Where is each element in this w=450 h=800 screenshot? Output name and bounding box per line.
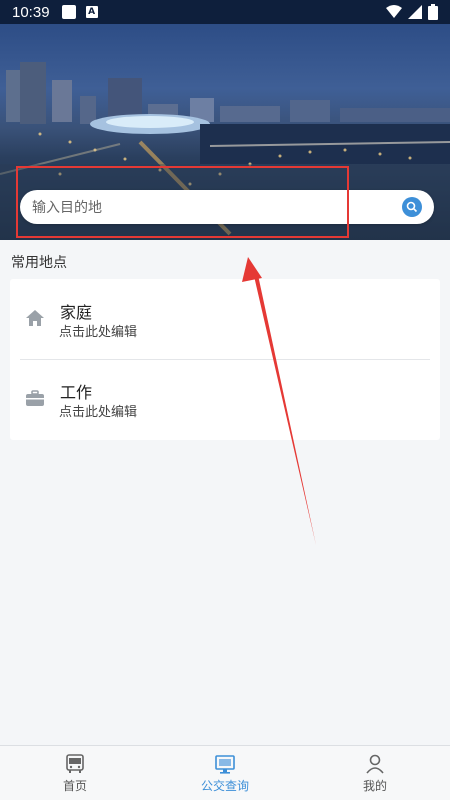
notification-icon (61, 5, 76, 19)
annotation-highlight-box (16, 166, 349, 238)
place-hint: 点击此处编辑 (59, 325, 138, 340)
battery-icon (428, 4, 438, 20)
tab-profile[interactable]: 我的 (300, 746, 450, 800)
place-name: 工作 (60, 383, 93, 402)
user-icon (366, 754, 384, 774)
signal-icon (408, 5, 422, 19)
place-name: 家庭 (60, 303, 93, 322)
search-icon (406, 201, 418, 213)
status-time: 10:39 (12, 3, 50, 21)
bus-icon (66, 753, 84, 773)
tab-label: 首页 (62, 778, 87, 793)
search-button[interactable] (402, 197, 422, 217)
bottom-tab-bar: 首页 公交查询 我的 (0, 745, 450, 800)
wifi-icon (386, 5, 402, 18)
place-item-work[interactable]: 工作 点击此处编辑 (10, 359, 440, 439)
tab-bus-query[interactable]: 公交查询 (150, 746, 300, 800)
bus-screen-icon (215, 754, 235, 774)
section-title: 常用地点 (11, 255, 67, 271)
common-places-card: 家庭 点击此处编辑 工作 点击此处编辑 (10, 279, 440, 440)
home-icon (26, 310, 44, 326)
place-item-home[interactable]: 家庭 点击此处编辑 (10, 279, 440, 360)
place-hint: 点击此处编辑 (59, 405, 138, 420)
app-notification-icon: A (85, 6, 98, 18)
status-bar: 10:39 A (0, 0, 450, 24)
tab-label: 我的 (362, 778, 387, 793)
briefcase-icon (26, 390, 44, 406)
tab-home[interactable]: 首页 (0, 746, 150, 800)
tab-label: 公交查询 (200, 778, 249, 793)
